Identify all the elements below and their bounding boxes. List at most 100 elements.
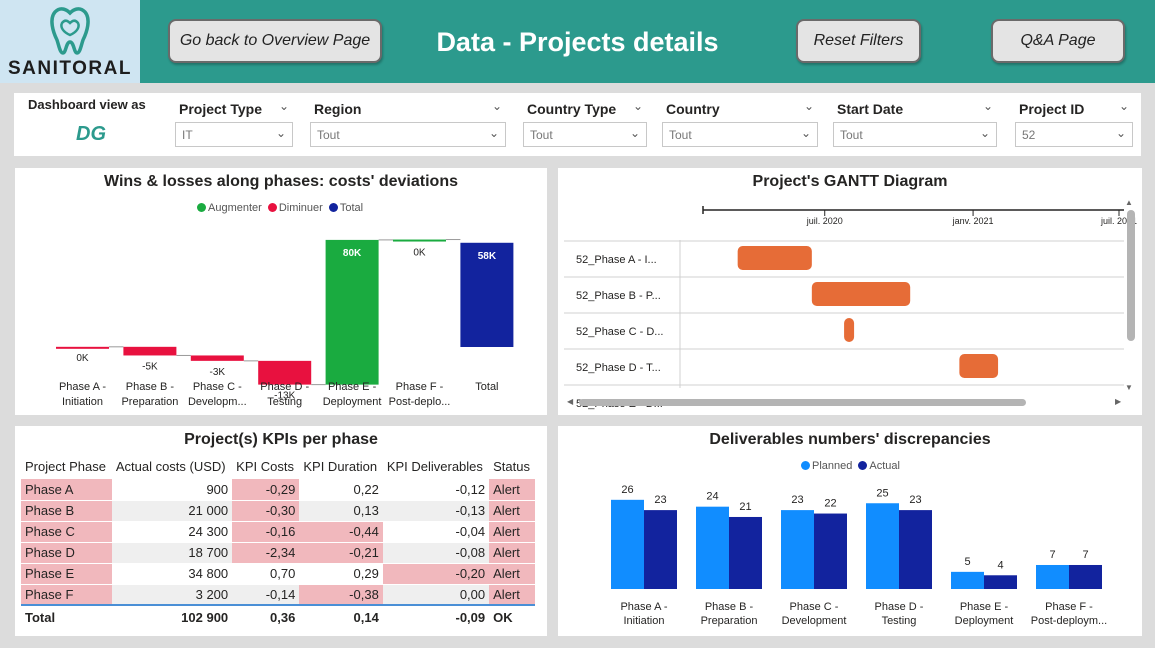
scroll-up-icon[interactable]: ▲ <box>1125 198 1133 207</box>
deliverables-bar[interactable] <box>696 506 729 589</box>
gantt-bar[interactable] <box>844 318 855 342</box>
column-header[interactable]: KPI Costs <box>232 454 299 479</box>
table-row[interactable]: Phase E 34 800 0,70 0,29 -0,20 Alert <box>21 563 535 585</box>
table-row[interactable]: Phase D 18 700 -2,34 -0,21 -0,08 Alert <box>21 542 535 564</box>
slicer-project-type: Project Type ⌄ IT ⌄ <box>173 93 297 156</box>
gantt-panel: Project's GANTT Diagram juil. 2020 janv. … <box>558 168 1142 415</box>
table-cell: Phase A <box>21 479 112 501</box>
table-cell: -0,12 <box>382 479 490 501</box>
gantt-task-label[interactable]: 52_Phase B - P... <box>576 290 661 302</box>
table-cell: -0,29 <box>232 479 300 501</box>
category-label: Phase F - <box>1045 601 1093 613</box>
category-label: Deployment <box>955 615 1014 627</box>
chevron-down-icon[interactable]: ⌄ <box>279 99 289 113</box>
table-cell: Alert <box>489 479 535 501</box>
column-header[interactable]: KPI Deliverables <box>383 454 489 479</box>
gantt-bar[interactable] <box>811 282 911 306</box>
deliverables-bar[interactable] <box>984 575 1017 589</box>
chevron-down-icon[interactable]: ⌄ <box>492 99 502 113</box>
slicer-title: Project Type <box>179 101 262 117</box>
chevron-down-icon[interactable]: ⌄ <box>1119 99 1129 113</box>
table-cell: Alert <box>489 584 535 606</box>
waterfall-bar[interactable] <box>393 239 446 242</box>
deliverables-bar[interactable] <box>866 503 899 589</box>
column-header[interactable]: KPI Duration <box>299 454 382 479</box>
horizontal-scrollbar[interactable] <box>579 399 1026 406</box>
vertical-scrollbar[interactable] <box>1127 210 1135 341</box>
category-label: Developm... <box>188 396 247 408</box>
column-header[interactable]: Status <box>489 454 535 479</box>
reset-filters-button[interactable]: Reset Filters <box>796 19 921 63</box>
slicer-region: Region ⌄ Tout ⌄ <box>308 93 508 156</box>
table-cell: -0,08 <box>382 542 490 564</box>
data-label: 23 <box>654 494 666 506</box>
scroll-right-icon[interactable]: ▶ <box>1115 397 1121 406</box>
slicer-title: Region <box>314 101 362 117</box>
axis-tick-label: janv. 2021 <box>952 216 994 226</box>
data-label: 26 <box>621 484 633 496</box>
deliverables-bar[interactable] <box>729 516 762 589</box>
category-label: Phase D - <box>875 601 924 613</box>
logo-text: SANITORAL <box>8 58 132 79</box>
go-back-overview-button[interactable]: Go back to Overview Page <box>168 19 382 63</box>
category-label: Phase B - <box>705 601 754 613</box>
data-label: 80K <box>343 248 362 259</box>
slicer-title: Project ID <box>1019 101 1085 117</box>
table-total-row: Total 102 900 0,36 0,14 -0,09 OK <box>21 604 535 629</box>
waterfall-bar[interactable] <box>56 346 109 349</box>
logo: SANITORAL <box>0 0 140 83</box>
column-header[interactable]: Actual costs (USD) <box>112 454 232 479</box>
deliverables-bar[interactable] <box>781 510 814 589</box>
category-label: Preparation <box>121 396 178 408</box>
deliverables-bar[interactable] <box>644 510 677 589</box>
deliverables-bar[interactable] <box>1036 564 1069 589</box>
data-label: 0K <box>413 248 426 259</box>
gantt-task-label[interactable]: 52_Phase A - I... <box>576 254 657 266</box>
kpi-panel: Project(s) KPIs per phase Project Phase … <box>15 426 547 636</box>
deliverables-bar[interactable] <box>1069 564 1102 589</box>
table-cell: -0,30 <box>232 500 300 522</box>
chevron-down-icon[interactable]: ⌄ <box>633 99 643 113</box>
tooth-logo-icon <box>50 7 90 55</box>
country-type-dropdown[interactable]: Tout ⌄ <box>523 122 647 147</box>
dashboard-view-value: DG <box>76 123 106 145</box>
table-cell: -0,38 <box>299 584 383 606</box>
table-row[interactable]: Phase F3 200 -0,14 -0,38 0,00 Alert <box>21 584 535 606</box>
table-row[interactable]: Phase A 900 -0,29 0,22 -0,12 Alert <box>21 479 535 501</box>
table-header-row: Project Phase Actual costs (USD) KPI Cos… <box>21 454 535 479</box>
data-label: 7 <box>1082 549 1088 561</box>
slicer-project-id: Project ID ⌄ 52 ⌄ <box>1013 93 1135 156</box>
data-label: 58K <box>478 251 497 262</box>
table-row[interactable]: Phase B 21 000 -0,30 0,13 -0,13 Alert <box>21 500 535 522</box>
gantt-bar[interactable] <box>959 354 999 378</box>
chevron-down-icon[interactable]: ⌄ <box>983 99 993 113</box>
region-dropdown[interactable]: Tout ⌄ <box>310 122 506 147</box>
waterfall-bar[interactable] <box>123 346 177 356</box>
scroll-down-icon[interactable]: ▼ <box>1125 383 1133 392</box>
dropdown-value: Tout <box>840 128 863 142</box>
gantt-task-label[interactable]: 52_Phase D - T... <box>576 362 661 374</box>
deliverables-bar[interactable] <box>899 510 932 589</box>
country-dropdown[interactable]: Tout ⌄ <box>662 122 818 147</box>
gantt-task-label[interactable]: 52_Phase C - D... <box>576 326 663 338</box>
deliverables-bar[interactable] <box>611 499 644 589</box>
column-header[interactable]: Project Phase <box>21 454 112 479</box>
project-id-dropdown[interactable]: 52 ⌄ <box>1015 122 1133 147</box>
category-label: Preparation <box>701 615 758 627</box>
table-cell: 0,29 <box>299 563 383 585</box>
waterfall-bar[interactable] <box>325 239 379 385</box>
table-row[interactable]: Phase C 24 300 -0,16 -0,44 -0,04 Alert <box>21 521 535 543</box>
start-date-dropdown[interactable]: Tout ⌄ <box>833 122 997 147</box>
total-cell: 0,14 <box>299 604 383 629</box>
table-cell: 0,00 <box>382 584 490 606</box>
deliverables-bar[interactable] <box>951 571 984 589</box>
gantt-bar[interactable] <box>737 246 812 270</box>
project-type-dropdown[interactable]: IT ⌄ <box>175 122 293 147</box>
data-label: 23 <box>791 494 803 506</box>
deliverables-bar[interactable] <box>814 513 847 589</box>
chevron-down-icon[interactable]: ⌄ <box>804 99 814 113</box>
qa-page-button[interactable]: Q&A Page <box>991 19 1125 63</box>
scroll-left-icon[interactable]: ◀ <box>567 397 573 406</box>
waterfall-bar[interactable] <box>190 355 244 361</box>
data-label: 23 <box>909 494 921 506</box>
